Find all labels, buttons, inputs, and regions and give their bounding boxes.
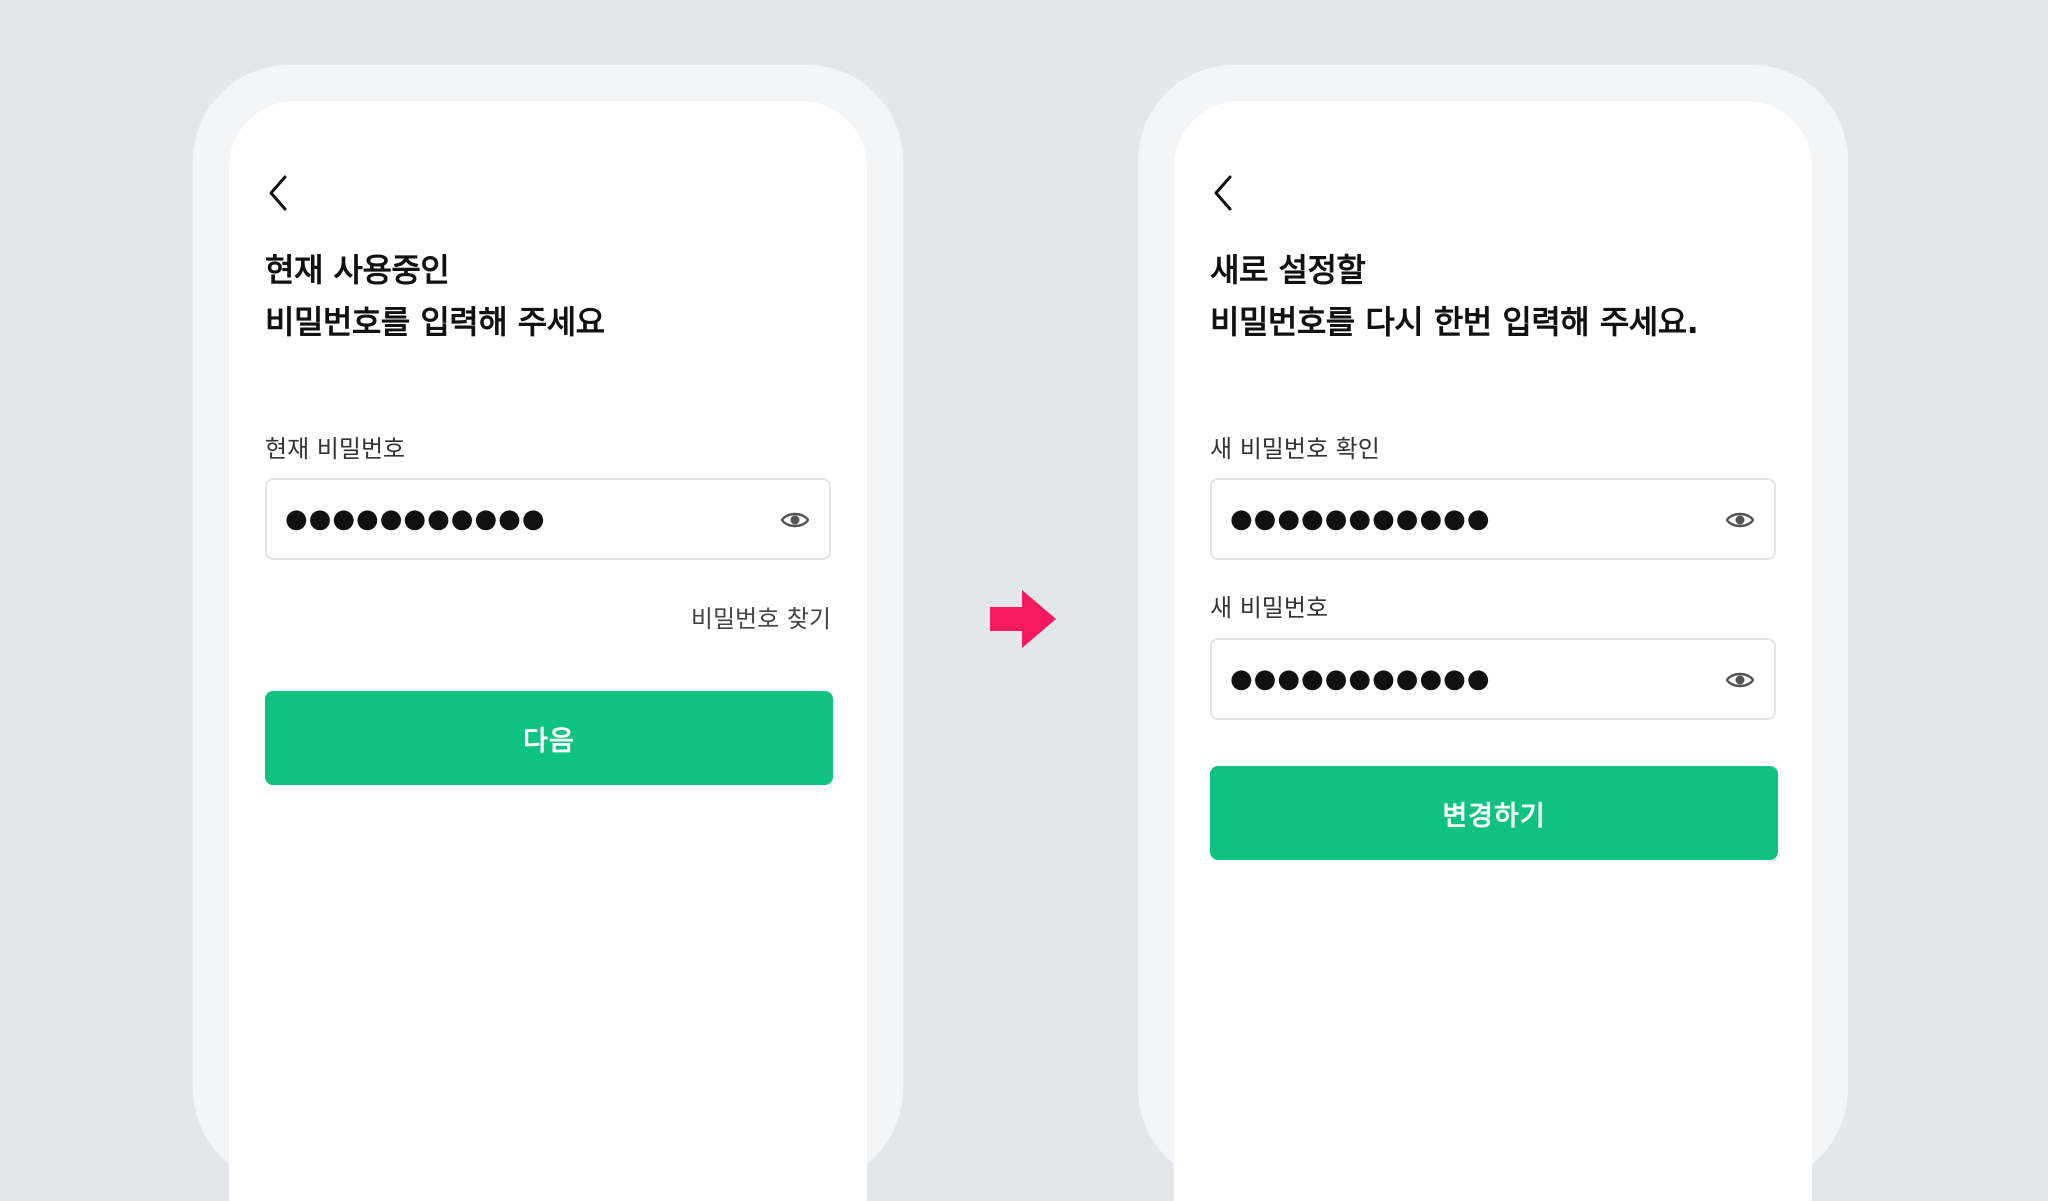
find-password-link[interactable]: 비밀번호 찾기 — [691, 603, 831, 635]
current-password-value: ●●●●●●●●●●● — [285, 504, 546, 534]
show-password-toggle[interactable] — [1724, 504, 1756, 536]
change-password-button[interactable]: 변경하기 — [1210, 766, 1778, 860]
chevron-left-icon — [1214, 175, 1232, 211]
back-button[interactable] — [1204, 169, 1244, 217]
phone-frame-new-password: 새로 설정할 비밀번호를 다시 한번 입력해 주세요. 새 비밀번호 확인 ●●… — [1138, 65, 1848, 1201]
confirm-new-password-value: ●●●●●●●●●●● — [1230, 504, 1491, 534]
page-title-line-2: 비밀번호를 다시 한번 입력해 주세요. — [1210, 303, 1699, 341]
current-password-label: 현재 비밀번호 — [265, 435, 406, 463]
show-password-toggle[interactable] — [779, 504, 811, 536]
confirm-new-password-field[interactable]: ●●●●●●●●●●● — [1210, 478, 1776, 560]
back-button[interactable] — [259, 169, 299, 217]
current-password-field[interactable]: ●●●●●●●●●●● — [265, 478, 831, 560]
page-title-line-1: 현재 사용중인 — [265, 251, 450, 289]
current-password-screen: 현재 사용중인 비밀번호를 입력해 주세요 현재 비밀번호 ●●●●●●●●●●… — [229, 101, 867, 1201]
eye-icon — [1725, 512, 1755, 528]
eye-icon — [780, 512, 810, 528]
right-arrow-icon — [990, 590, 1056, 648]
confirm-new-password-label: 새 비밀번호 확인 — [1210, 435, 1380, 463]
phone-frame-current-password: 현재 사용중인 비밀번호를 입력해 주세요 현재 비밀번호 ●●●●●●●●●●… — [193, 65, 903, 1201]
page-title: 현재 사용중인 비밀번호를 입력해 주세요 — [265, 244, 845, 348]
new-password-value: ●●●●●●●●●●● — [1230, 664, 1491, 694]
next-button[interactable]: 다음 — [265, 691, 833, 785]
page-title-line-1: 새로 설정할 — [1210, 251, 1366, 289]
page-title: 새로 설정할 비밀번호를 다시 한번 입력해 주세요. — [1210, 244, 1790, 348]
eye-icon — [1725, 672, 1755, 688]
new-password-field[interactable]: ●●●●●●●●●●● — [1210, 638, 1776, 720]
show-password-toggle[interactable] — [1724, 664, 1756, 696]
chevron-left-icon — [269, 175, 287, 211]
new-password-screen: 새로 설정할 비밀번호를 다시 한번 입력해 주세요. 새 비밀번호 확인 ●●… — [1174, 101, 1812, 1201]
page-title-line-2: 비밀번호를 입력해 주세요 — [265, 303, 605, 341]
flow-arrow — [990, 590, 1056, 648]
new-password-label: 새 비밀번호 — [1210, 594, 1329, 622]
